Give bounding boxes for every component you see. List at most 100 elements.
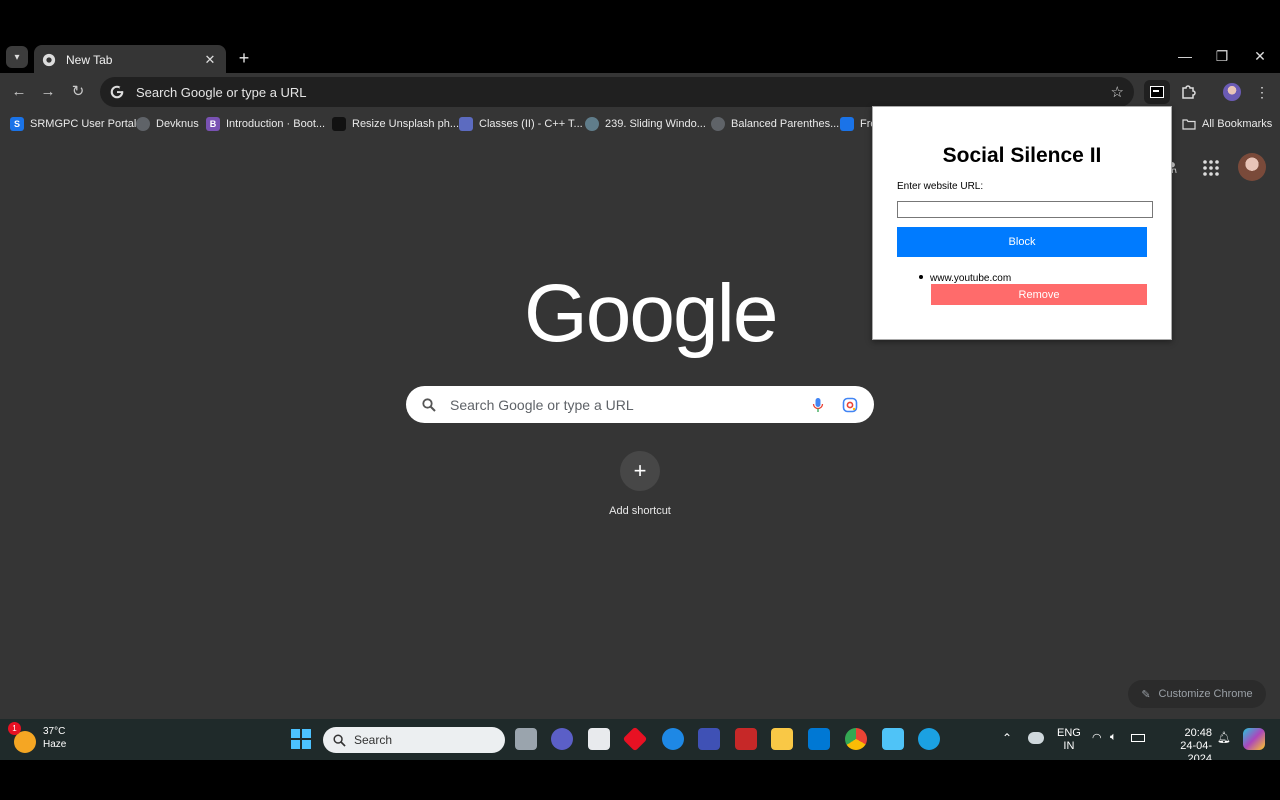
ntp-search-box[interactable]: Search Google or type a URL [406,386,874,423]
reload-icon[interactable]: ↻ [68,82,88,102]
region-code: IN [1063,740,1075,752]
bookmark-label: Introduction · Boot... [226,118,326,130]
bookmark-label: Classes (II) - C++ T... [479,118,583,130]
taskbar-search-placeholder: Search [354,733,393,747]
bookmark-item[interactable]: Balanced Parenthes... [711,116,839,132]
copilot-color-icon[interactable] [1243,728,1265,750]
block-button[interactable]: Block [897,227,1147,257]
new-tab-plus-icon[interactable]: + [234,48,254,69]
bookmark-label: 239. Sliding Windo... [605,118,706,130]
notepad-icon[interactable] [882,728,904,750]
back-arrow-icon[interactable]: ← [9,82,29,102]
folder-icon [1182,119,1196,130]
bookmark-favicon-icon [840,117,854,131]
add-shortcut-button[interactable]: + [620,451,660,491]
globe-icon [136,117,150,131]
tab-close-icon[interactable]: ✕ [202,52,218,68]
bookmark-star-icon[interactable]: ☆ [1111,83,1124,101]
all-bookmarks-label: All Bookmarks [1202,118,1273,130]
tab-strip: ▾ New Tab ✕ + — ❐ ✕ [0,40,1280,74]
mcafee-icon[interactable] [735,728,757,750]
extension-popup: Social Silence II Enter website URL: Blo… [872,106,1172,340]
ntp-search-placeholder: Search Google or type a URL [450,396,634,413]
taskbar-search-box[interactable]: Search [323,727,505,753]
profile-avatar[interactable] [1219,80,1245,104]
omnibox[interactable]: Search Google or type a URL ☆ [100,77,1134,107]
weather-sun-icon: 1 [8,722,36,753]
bootstrap-icon: B [206,117,220,131]
add-shortcut-label: Add shortcut [609,505,671,517]
bookmark-item[interactable]: B Introduction · Boot... [206,116,325,132]
clock-time: 20:48 [1184,727,1212,739]
language-indicator[interactable]: ENG IN [1057,727,1081,753]
bookmark-label: Devknus [156,118,199,130]
copilot-icon[interactable] [698,728,720,750]
screen-bottom-bezel [0,760,1280,800]
customize-chrome-button[interactable]: ✎ Customize Chrome [1128,680,1266,708]
close-window-icon[interactable]: ✕ [1250,48,1270,65]
wifi-icon[interactable]: ◠ [1092,731,1102,744]
voice-search-mic-icon[interactable] [812,397,824,413]
screen: ▾ New Tab ✕ + — ❐ ✕ ← → ↻ Search Google … [0,0,1280,800]
globe-icon [711,117,725,131]
url-label: Enter website URL: [897,181,984,192]
weather-desc: Haze [43,739,67,750]
chrome-taskbar-icon[interactable] [845,728,867,750]
customize-chrome-label: Customize Chrome [1158,688,1253,700]
minimize-icon[interactable]: — [1175,48,1195,64]
battery-icon[interactable] [1131,734,1145,742]
restore-icon[interactable]: ❐ [1212,48,1232,65]
pencil-icon: ✎ [1141,688,1151,701]
notification-badge: 1 [8,722,21,735]
edge-icon[interactable] [918,728,940,750]
google-apps-grid-icon[interactable] [1202,159,1220,177]
notification-bell-icon[interactable]: 🔔︎ [1217,731,1231,744]
search-icon [333,733,346,747]
chrome-icon [42,53,56,66]
lang-code: ENG [1057,727,1081,739]
weather-widget[interactable]: 1 37°C Haze [8,722,67,753]
task-view-icon[interactable] [515,728,537,750]
edge-beta-icon[interactable] [662,728,684,750]
google-lens-icon[interactable] [842,397,858,413]
medium-icon [332,117,346,131]
volume-icon[interactable]: 🔈︎ [1110,731,1117,744]
forward-arrow-icon[interactable]: → [38,82,58,102]
website-url-input[interactable] [897,201,1153,218]
popup-title: Social Silence II [942,144,1102,167]
leetcode-icon [585,117,599,131]
bookmark-item[interactable]: Devknus [136,116,199,132]
bookmark-label: SRMGPC User Portal [30,118,137,130]
social-silence-extension-icon[interactable] [1144,80,1170,104]
app-diamond-icon[interactable] [622,726,648,752]
microsoft-store-icon[interactable] [588,728,610,750]
bookmark-item[interactable]: 239. Sliding Windo... [585,116,706,132]
google-g-icon [110,85,124,99]
omnibox-placeholder: Search Google or type a URL [136,84,307,100]
windows-taskbar: 1 37°C Haze Search ⌃ ENG IN ◠ 🔈︎ 20:48 2… [0,719,1280,765]
chrome-menu-kebab-icon[interactable]: ⋮ [1249,80,1275,104]
account-avatar[interactable] [1238,153,1266,181]
teams-meet-icon[interactable] [551,728,573,750]
bookmark-label: Balanced Parenthes... [731,118,840,130]
blocked-site-item: www.youtube.com [930,273,1012,284]
list-bullet [919,275,923,279]
tab-search-chevron-icon[interactable]: ▾ [6,46,28,68]
extensions-puzzle-icon[interactable] [1175,80,1201,104]
bookmark-item[interactable]: Classes (II) - C++ T... [459,116,583,132]
tab-new-tab[interactable]: New Tab ✕ [34,45,226,74]
weather-temp: 37°C [43,726,66,737]
onedrive-cloud-icon[interactable] [1028,732,1044,744]
search-icon [422,397,436,412]
tab-title: New Tab [66,52,113,67]
google-logo: Google [524,268,778,359]
vscode-icon[interactable] [808,728,830,750]
bookmark-item[interactable]: S SRMGPC User Portal [10,116,136,132]
show-hidden-icons-chevron-icon[interactable]: ⌃ [1002,731,1012,745]
bookmark-label: Resize Unsplash ph... [352,118,459,130]
file-explorer-icon[interactable] [771,728,793,750]
bookmark-item[interactable]: Resize Unsplash ph... [332,116,459,132]
remove-button[interactable]: Remove [931,284,1147,305]
windows-start-icon[interactable] [290,728,312,750]
all-bookmarks-button[interactable]: All Bookmarks [1182,116,1272,132]
